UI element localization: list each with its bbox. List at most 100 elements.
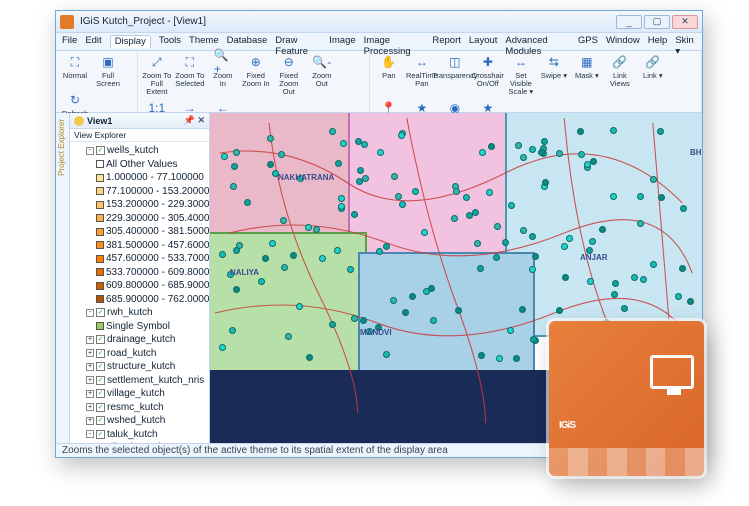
- well-point: [262, 255, 269, 262]
- layer-taluk_kutch[interactable]: -✓taluk_kutch: [74, 428, 207, 442]
- well-point: [637, 193, 644, 200]
- layer-wells_kutch[interactable]: -✓wells_kutch: [74, 144, 207, 158]
- fixed-in-button[interactable]: ⊕Fixed Zoom In: [241, 53, 271, 96]
- layer-village_kutch[interactable]: +✓village_kutch: [74, 387, 207, 401]
- fixed-out-button[interactable]: ⊖Fixed Zoom Out: [274, 53, 304, 96]
- well-point: [507, 327, 514, 334]
- well-point: [486, 189, 493, 196]
- legend-item[interactable]: 457.600000 - 533.700000: [74, 252, 207, 266]
- menu-draw-feature[interactable]: Draw Feature: [275, 35, 321, 48]
- legend-item[interactable]: 533.700000 - 609.800000: [74, 266, 207, 280]
- well-point: [472, 209, 479, 216]
- layer-wshed_kutch[interactable]: +✓wshed_kutch: [74, 414, 207, 428]
- menu-display[interactable]: Display: [110, 35, 151, 48]
- legend-item[interactable]: 77.100000 - 153.200000: [74, 185, 207, 199]
- taluk-item[interactable]: All Other values: [74, 441, 207, 443]
- map-label: NALIYA: [230, 268, 259, 277]
- legend-item[interactable]: Single Symbol: [74, 320, 207, 334]
- status-text: Zooms the selected object(s) of the acti…: [62, 445, 448, 456]
- close-button[interactable]: ✕: [672, 15, 698, 29]
- layer-rwh_kutch[interactable]: -✓rwh_kutch: [74, 306, 207, 320]
- well-point: [269, 240, 276, 247]
- well-point: [296, 303, 303, 310]
- menu-tools[interactable]: Tools: [159, 35, 181, 48]
- pin-icon[interactable]: 📌 ✕: [184, 115, 205, 126]
- zoom-out-button[interactable]: 🔍-Zoom Out: [307, 53, 337, 96]
- legend-item[interactable]: 153.200000 - 229.300000: [74, 198, 207, 212]
- menu-gps[interactable]: GPS: [578, 35, 598, 48]
- well-point: [355, 138, 362, 145]
- link-button[interactable]: 🔗Link ▾: [638, 53, 668, 96]
- menu-window[interactable]: Window: [606, 35, 640, 48]
- menu-image[interactable]: Image: [329, 35, 355, 48]
- legend-item[interactable]: 381.500000 - 457.600000: [74, 239, 207, 253]
- layer-road_kutch[interactable]: +✓road_kutch: [74, 347, 207, 361]
- well-point: [244, 199, 251, 206]
- legend-item[interactable]: 229.300000 - 305.400000: [74, 212, 207, 226]
- menu-layout[interactable]: Layout: [469, 35, 498, 48]
- well-point: [519, 306, 526, 313]
- layer-resmc_kutch[interactable]: +✓resmc_kutch: [74, 401, 207, 415]
- zoom-in-icon: 🔍+: [214, 53, 232, 71]
- legend-item[interactable]: All Other Values: [74, 158, 207, 172]
- menu-advanced-modules[interactable]: Advanced Modules: [505, 35, 570, 48]
- zoom-full-button[interactable]: ⤢Zoom To Full Extent: [142, 53, 172, 96]
- well-point: [451, 215, 458, 222]
- link-views-button[interactable]: 🔗Link Views: [605, 53, 635, 96]
- well-point: [267, 135, 274, 142]
- zoom-sel-button[interactable]: ⛶Zoom To Selected: [175, 53, 205, 96]
- well-point: [412, 188, 419, 195]
- well-point: [529, 146, 536, 153]
- realtime-pan-icon: ↔: [413, 53, 431, 71]
- bulb-icon: [74, 116, 84, 126]
- zoom-in-button[interactable]: 🔍+Zoom In: [208, 53, 238, 96]
- well-point: [621, 305, 628, 312]
- minimize-button[interactable]: _: [616, 15, 642, 29]
- well-point: [329, 128, 336, 135]
- maximize-button[interactable]: ▢: [644, 15, 670, 29]
- swipe-icon: ⇆: [545, 53, 563, 71]
- legend-item[interactable]: 305.400000 - 381.500000: [74, 225, 207, 239]
- well-point: [610, 193, 617, 200]
- view-tab-label: View1: [87, 116, 112, 126]
- link-views-icon: 🔗: [611, 53, 629, 71]
- normal-button[interactable]: ⛶Normal: [60, 53, 90, 88]
- well-point: [650, 261, 657, 268]
- ribbon: ⛶Normal▣Full Screen↻RefreshBasic Options…: [56, 51, 702, 113]
- menu-help[interactable]: Help: [648, 35, 668, 48]
- legend-item[interactable]: 1.000000 - 77.100000: [74, 171, 207, 185]
- map-label: MANDVI: [360, 328, 392, 337]
- set-scale-button[interactable]: ↔Set Visible Scale ▾: [506, 53, 536, 96]
- layer-settlement_kutch_nris[interactable]: +✓settlement_kutch_nris: [74, 374, 207, 388]
- menu-database[interactable]: Database: [227, 35, 268, 48]
- igis-logo: IGiS: [549, 321, 704, 476]
- menu-edit[interactable]: Edit: [85, 35, 101, 48]
- well-point: [520, 227, 527, 234]
- menu-report[interactable]: Report: [432, 35, 461, 48]
- fullscreen-button[interactable]: ▣Full Screen: [93, 53, 123, 88]
- menu-theme[interactable]: Theme: [189, 35, 219, 48]
- swipe-button[interactable]: ⇆Swipe ▾: [539, 53, 569, 96]
- menu-file[interactable]: File: [62, 35, 77, 48]
- transparency-button[interactable]: ◫Transparency: [440, 53, 470, 96]
- ribbon-group-basic-options: ⛶Normal▣Full Screen↻RefreshBasic Options: [56, 51, 138, 112]
- layer-drainage_kutch[interactable]: +✓drainage_kutch: [74, 333, 207, 347]
- crosshair-button[interactable]: ✚Crosshair On/Off: [473, 53, 503, 96]
- well-point: [338, 203, 345, 210]
- crosshair-icon: ✚: [479, 53, 497, 71]
- legend-item[interactable]: 685.900000 - 762.000000: [74, 293, 207, 307]
- mask-button[interactable]: ▦Mask ▾: [572, 53, 602, 96]
- sidebar-tab[interactable]: Project Explorer: [56, 113, 70, 443]
- pan-button[interactable]: ✋Pan: [374, 53, 404, 96]
- well-point: [488, 143, 495, 150]
- well-point: [360, 317, 367, 324]
- well-point: [453, 188, 460, 195]
- view-tab[interactable]: View1 📌 ✕: [70, 113, 209, 129]
- well-point: [566, 235, 573, 242]
- layer-tree[interactable]: -✓wells_kutchAll Other Values1.000000 - …: [70, 142, 209, 443]
- menu-image-processing[interactable]: Image Processing: [364, 35, 425, 48]
- layer-structure_kutch[interactable]: +✓structure_kutch: [74, 360, 207, 374]
- well-point: [402, 309, 409, 316]
- skin-dropdown[interactable]: Skin ▾: [675, 35, 696, 48]
- legend-item[interactable]: 609.800000 - 685.900000: [74, 279, 207, 293]
